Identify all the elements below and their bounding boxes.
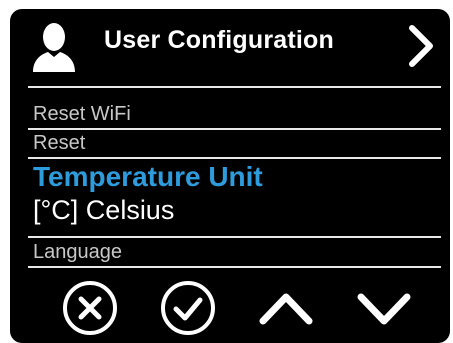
page-title: User Configuration — [104, 26, 334, 54]
menu-item-language[interactable]: Language — [33, 241, 122, 264]
temperature-unit-value: [°C] Celsius — [33, 195, 175, 225]
cancel-icon[interactable] — [61, 279, 119, 337]
divider — [28, 236, 441, 238]
header-bar: User Configuration — [10, 9, 450, 83]
divider — [28, 157, 441, 159]
divider — [28, 86, 441, 88]
menu-item-reset-wifi[interactable]: Reset WiFi — [33, 103, 131, 126]
user-icon — [33, 23, 75, 72]
footer-controls — [10, 273, 450, 343]
arrow-up-icon[interactable] — [257, 279, 315, 337]
arrow-down-icon[interactable] — [355, 279, 413, 337]
device-screen: User Configuration Reset WiFi Reset Temp… — [10, 9, 450, 343]
divider — [28, 266, 441, 268]
menu-item-reset[interactable]: Reset — [33, 132, 85, 155]
chevron-right-icon[interactable] — [406, 23, 436, 69]
confirm-icon[interactable] — [159, 279, 217, 337]
divider — [28, 128, 441, 130]
menu-item-temperature-unit[interactable]: Temperature Unit — [33, 161, 263, 193]
